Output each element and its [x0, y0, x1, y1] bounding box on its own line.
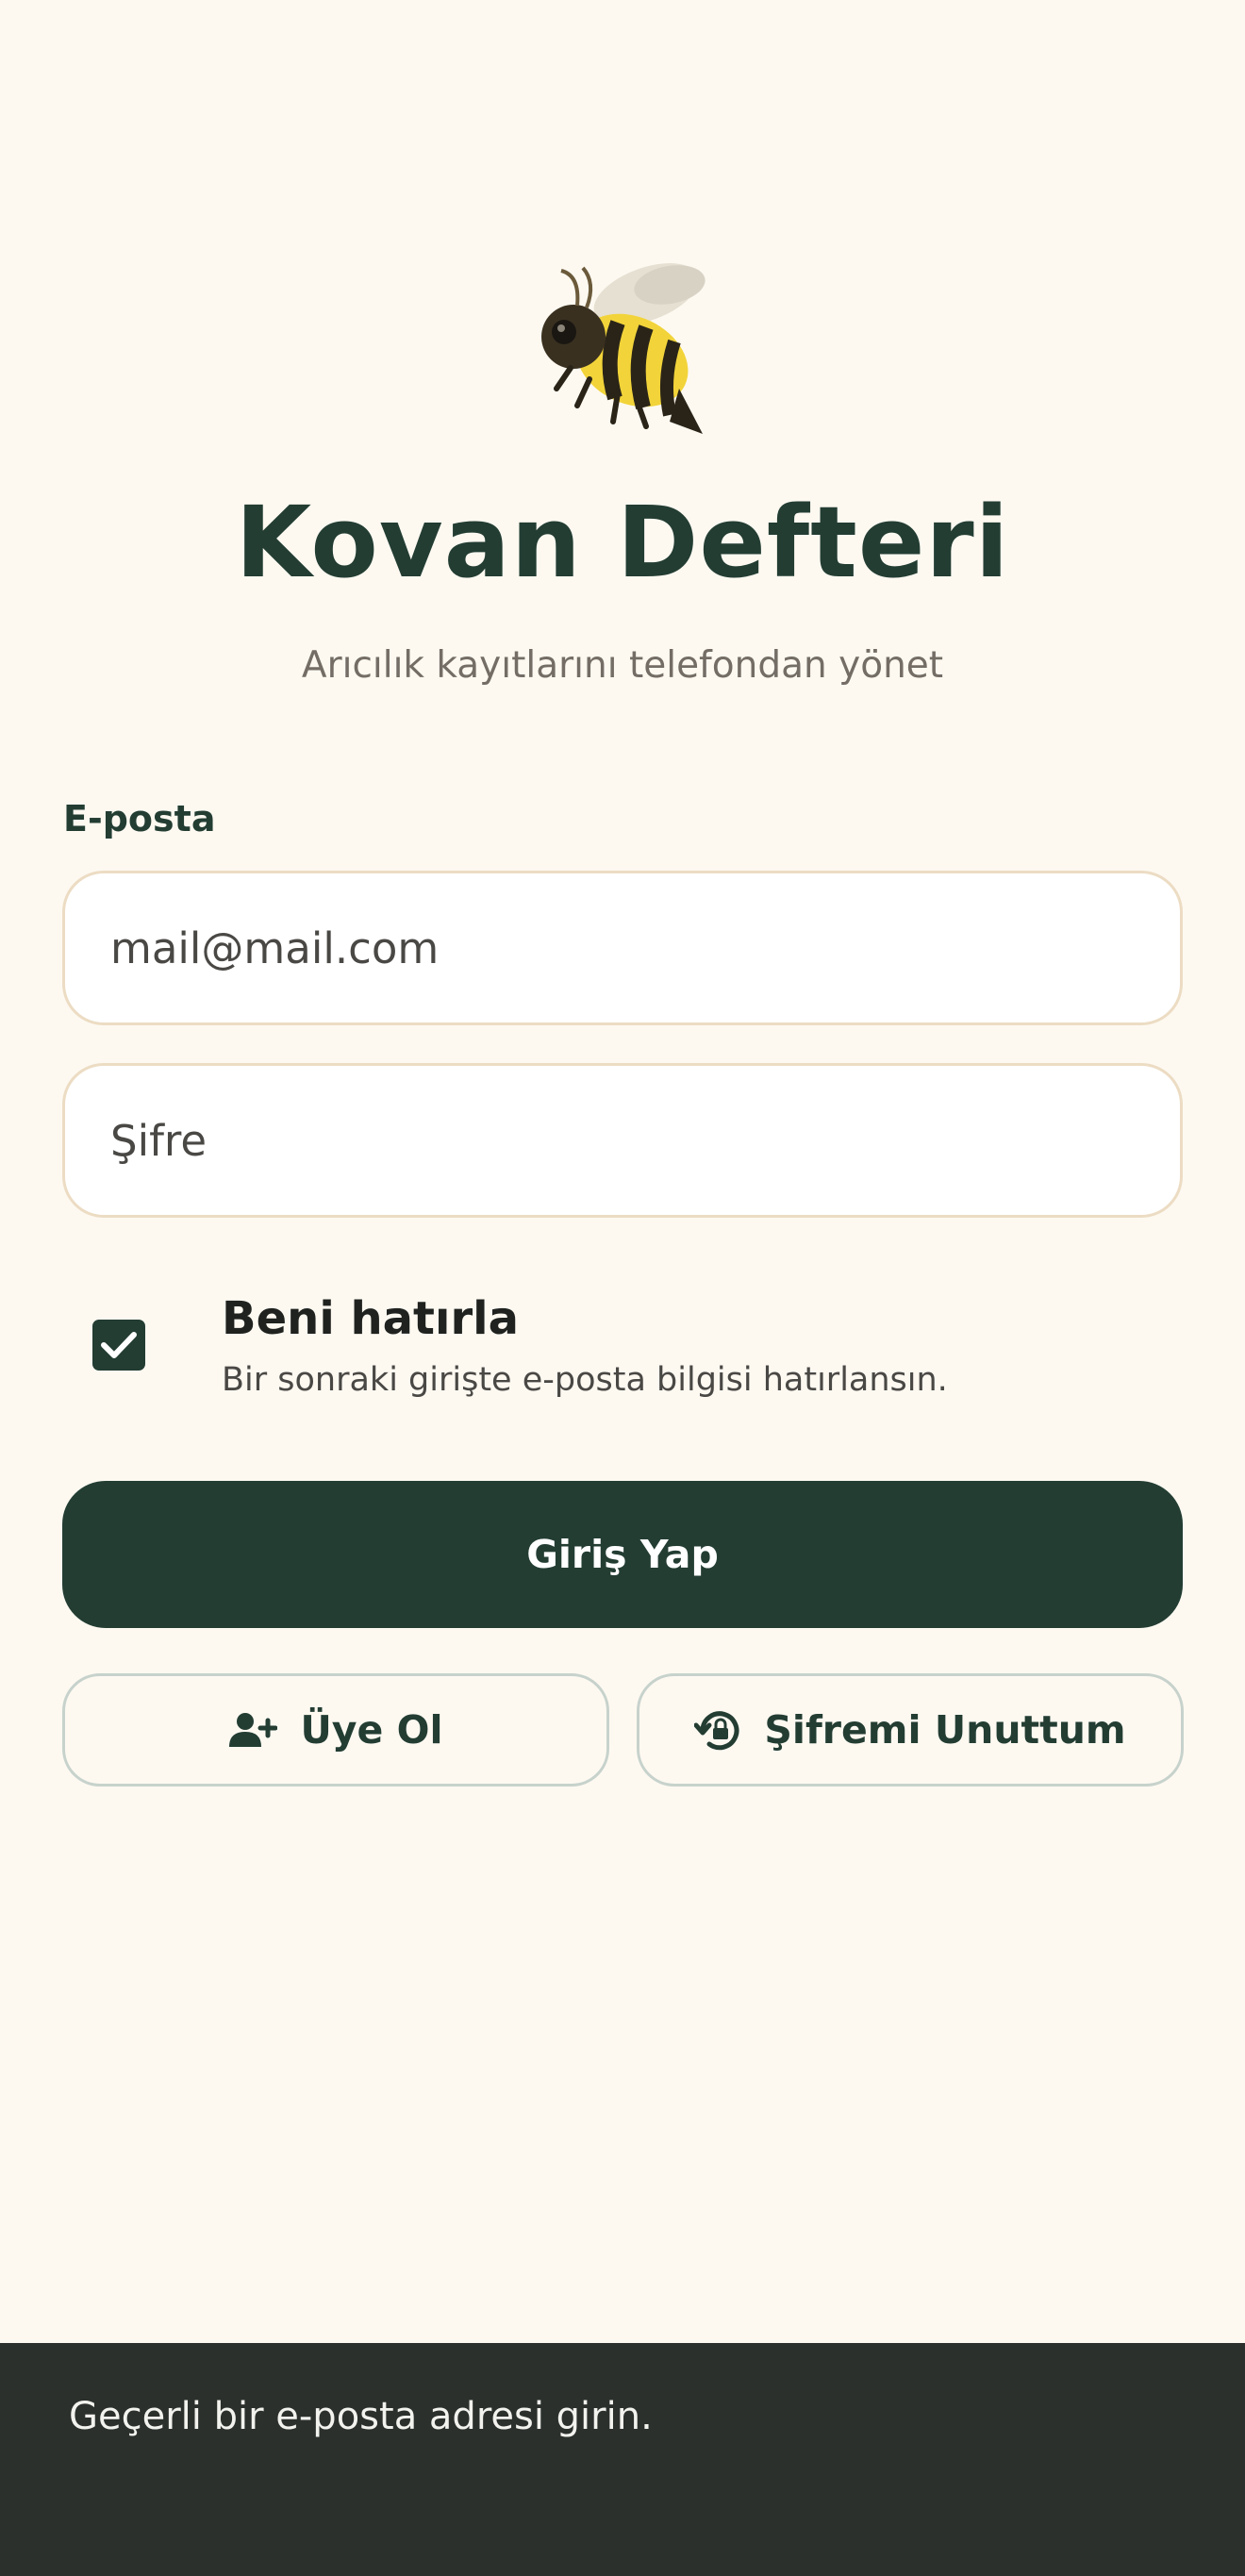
signup-button[interactable]: Üye Ol — [62, 1673, 609, 1787]
email-field[interactable] — [62, 871, 1183, 1025]
lock-reset-icon — [694, 1711, 739, 1751]
login-button[interactable]: Giriş Yap — [62, 1481, 1183, 1628]
login-button-label: Giriş Yap — [526, 1532, 719, 1577]
email-label: E-posta — [63, 798, 216, 839]
bee-icon — [541, 263, 706, 434]
app-logo — [528, 247, 717, 436]
remember-me-title[interactable]: Beni hatırla — [222, 1289, 519, 1348]
snackbar: Geçerli bir e-posta adresi girin. — [0, 2343, 1245, 2576]
app-subtitle: Arıcılık kayıtlarını telefondan yönet — [301, 644, 944, 687]
remember-me-checkbox[interactable] — [92, 1320, 145, 1371]
remember-me-description: Bir sonraki girişte e-posta bilgisi hatı… — [222, 1361, 948, 1399]
snackbar-message: Geçerli bir e-posta adresi girin. — [69, 2395, 653, 2438]
person-add-icon — [229, 1713, 278, 1747]
password-field[interactable] — [62, 1063, 1183, 1218]
forgot-password-label: Şifremi Unuttum — [764, 1707, 1126, 1753]
app-title: Kovan Defteri — [235, 485, 1010, 600]
forgot-password-button[interactable]: Şifremi Unuttum — [637, 1673, 1184, 1787]
checkmark-icon — [101, 1332, 137, 1358]
signup-button-label: Üye Ol — [300, 1707, 443, 1753]
